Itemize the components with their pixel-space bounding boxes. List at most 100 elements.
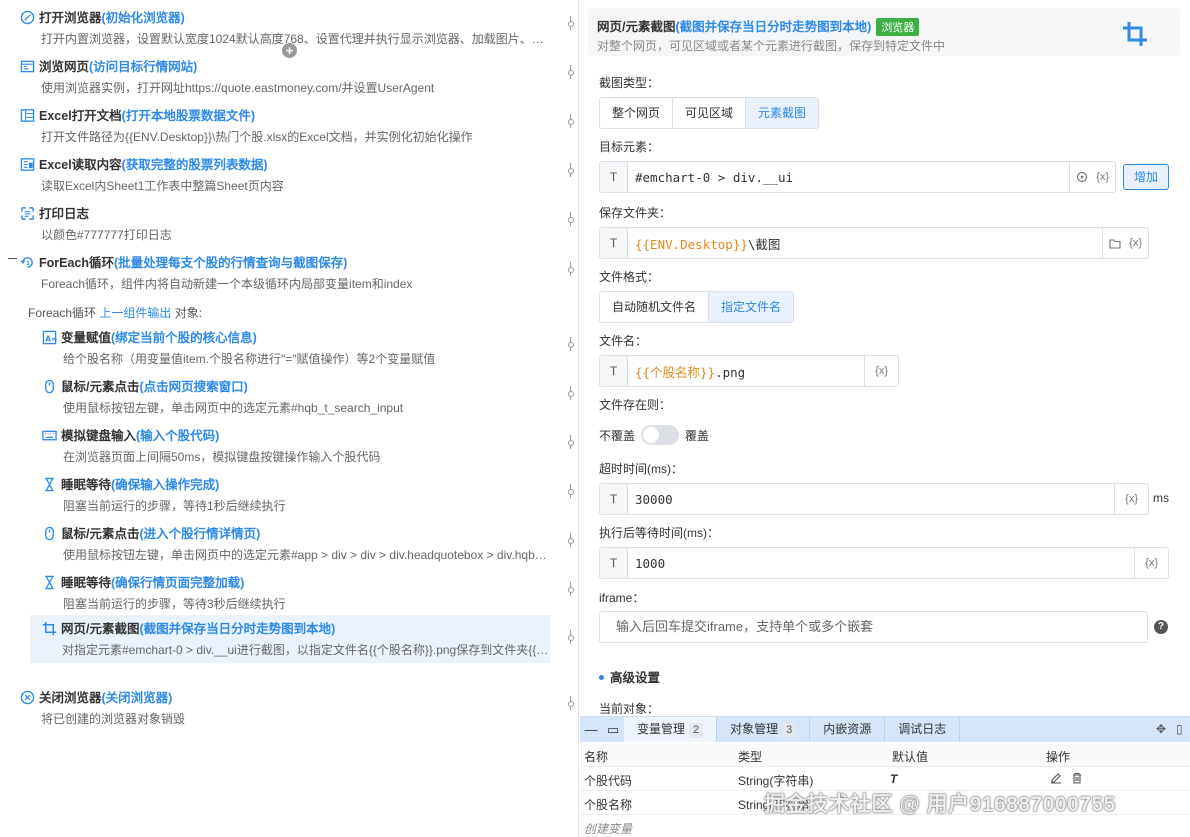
- text-type-toggle[interactable]: T: [600, 162, 628, 192]
- step-print-log[interactable]: 打印日志 以颜色#777777打印日志: [20, 200, 550, 246]
- shot-type-label: 截图类型：: [599, 76, 660, 90]
- delete-icon[interactable]: [1071, 772, 1083, 784]
- variable-insert-icon[interactable]: {x}: [1096, 171, 1109, 183]
- text-type-toggle[interactable]: T: [600, 484, 628, 514]
- save-folder-field[interactable]: T {{ENV.Desktop}}\截图 {x}: [599, 227, 1149, 259]
- advanced-settings-toggle[interactable]: 高级设置: [599, 667, 660, 686]
- picker-target-icon[interactable]: [1076, 171, 1088, 183]
- add-button[interactable]: 增加: [1123, 164, 1169, 190]
- step-desc: 读取Excel内Sheet1工作表中整篇Sheet页内容: [41, 179, 284, 193]
- step-subtitle: (绑定当前个股的核心信息): [111, 331, 257, 345]
- wait-value[interactable]: 1000: [628, 556, 1134, 571]
- step-browse-page[interactable]: 浏览网页(访问目标行情网站) 使用浏览器实例，打开网址https://quote…: [20, 53, 550, 99]
- save-folder-value[interactable]: {{ENV.Desktop}}\截图: [628, 234, 1102, 253]
- option-visible-area[interactable]: 可见区域: [673, 98, 747, 128]
- tab-label: 内嵌资源: [823, 722, 872, 736]
- collapse-minus-icon[interactable]: [8, 258, 17, 259]
- tab-debug-log[interactable]: 调试日志: [885, 717, 961, 742]
- step-subtitle: (访问目标行情网站): [89, 60, 198, 74]
- target-element-field[interactable]: T #emchart-0 > div.__ui {x}: [599, 161, 1116, 193]
- step-excel-open[interactable]: Excel打开文档(打开本地股票数据文件) 打开文件路径为{{ENV.Deskt…: [20, 102, 550, 148]
- variable-type: String(字符串): [738, 774, 814, 788]
- connector-node-icon[interactable]: [568, 538, 574, 544]
- tab-objects[interactable]: 对象管理 3: [717, 717, 811, 742]
- target-element-value[interactable]: #emchart-0 > div.__ui: [628, 170, 1069, 185]
- connector-node-icon[interactable]: [568, 635, 574, 641]
- text-type-toggle[interactable]: T: [600, 356, 628, 386]
- connector-node-icon[interactable]: [568, 440, 574, 446]
- connector-node-icon[interactable]: [568, 70, 574, 76]
- row-actions: [1050, 772, 1083, 787]
- wait-field[interactable]: T 1000 {x}: [599, 547, 1169, 579]
- minimize-icon[interactable]: —: [580, 722, 602, 737]
- step-foreach[interactable]: 1 ForEach循环(批量处理每支个股的行情查询与截图保存) Foreach循环…: [20, 249, 550, 295]
- option-full-page[interactable]: 整个网页: [600, 98, 674, 128]
- crop-icon: [42, 621, 57, 636]
- column-header: 名称: [584, 750, 609, 764]
- timeout-label: 超时时间(ms)：: [599, 462, 683, 476]
- folder-icon[interactable]: [1109, 238, 1121, 249]
- filename-label: 文件名：: [599, 334, 648, 348]
- create-variable-row[interactable]: 创建变量: [580, 815, 1190, 837]
- create-variable-link[interactable]: 创建变量: [584, 820, 632, 837]
- timeout-field[interactable]: T 30000 {x}: [599, 483, 1149, 515]
- timeout-unit: ms: [1153, 491, 1169, 505]
- connector-node-icon[interactable]: [568, 587, 574, 593]
- connector-node-icon[interactable]: [568, 489, 574, 495]
- filename-value[interactable]: {{个股名称}}.png: [628, 362, 864, 381]
- option-specified-name[interactable]: 指定文件名: [709, 292, 794, 322]
- step-sleep-1[interactable]: 睡眠等待(确保输入操作完成) 阻塞当前运行的步骤，等待1秒后继续执行: [42, 471, 552, 517]
- overwrite-toggle[interactable]: [641, 425, 680, 445]
- iframe-input[interactable]: 输入后回车提交iframe，支持单个或多个嵌套: [599, 611, 1148, 643]
- timeout-value[interactable]: 30000: [628, 492, 1114, 507]
- tab-resources[interactable]: 内嵌资源: [810, 717, 886, 742]
- folder-text: \截图: [747, 236, 781, 252]
- variable-assign-icon: A=: [42, 330, 57, 345]
- variable-insert-icon[interactable]: {x}: [1129, 237, 1142, 249]
- connector-node-icon[interactable]: [568, 342, 574, 348]
- step-assign-var[interactable]: A= 变量赋值(绑定当前个股的核心信息) 给个股名称（用变量值item.个股名称进…: [42, 324, 552, 370]
- format-label: 文件格式：: [599, 270, 660, 284]
- overwrite-label: 覆盖: [685, 428, 710, 443]
- text-type-toggle[interactable]: T: [600, 228, 628, 258]
- restore-icon[interactable]: ▭: [602, 722, 624, 738]
- help-icon[interactable]: ?: [1154, 620, 1168, 634]
- step-click-search[interactable]: 鼠标/元素点击(点击网页搜索窗口) 使用鼠标按钮左键，单击网页中的选定元素#hq…: [42, 373, 552, 419]
- step-desc: 以颜色#777777打印日志: [41, 228, 172, 242]
- connector-node-icon[interactable]: [568, 217, 574, 223]
- text-type-toggle[interactable]: T: [600, 548, 628, 578]
- step-open-browser[interactable]: 打开浏览器(初始化浏览器) 打开内置浏览器，设置默认宽度1024默认高度768、…: [20, 4, 550, 50]
- foreach-suffix: 对象:: [174, 306, 203, 320]
- filename-field[interactable]: T {{个股名称}}.png {x}: [599, 355, 899, 387]
- step-title: 模拟键盘输入: [61, 429, 137, 443]
- connector-node-icon[interactable]: [568, 168, 574, 174]
- mobile-icon[interactable]: ▯: [1176, 722, 1183, 736]
- variable-insert-icon[interactable]: {x}: [875, 365, 888, 377]
- connector-node-icon[interactable]: [568, 119, 574, 125]
- step-keyboard-input[interactable]: 模拟键盘输入(输入个股代码) 在浏览器页面上间隔50ms，模拟键盘按键操作输入个…: [42, 422, 552, 468]
- step-excel-read[interactable]: Excel读取内容(获取完整的股票列表数据) 读取Excel内Sheet1工作表…: [20, 151, 550, 197]
- connector-node-icon[interactable]: [568, 267, 574, 273]
- step-subtitle: (关闭浏览器): [101, 691, 173, 705]
- connector-node-icon[interactable]: [568, 391, 574, 397]
- step-title: 网页/元素截图: [61, 622, 140, 636]
- print-log-icon: [21, 207, 34, 220]
- step-title: 鼠标/元素点击: [61, 380, 140, 394]
- connector-node-icon[interactable]: [568, 21, 574, 27]
- tab-variables[interactable]: 变量管理 2: [624, 717, 718, 742]
- target-label: 目标元素：: [599, 140, 660, 154]
- connector-node-icon[interactable]: [568, 701, 574, 707]
- step-screenshot-selected[interactable]: 网页/元素截图(截图并保存当日分时走势图到本地) 对指定元素#emchart-0…: [30, 615, 550, 663]
- step-sleep-3[interactable]: 睡眠等待(确保行情页面完整加载) 阻塞当前运行的步骤，等待3秒后继续执行: [42, 569, 552, 615]
- pin-icon[interactable]: ✥: [1156, 722, 1166, 736]
- step-click-detail[interactable]: 鼠标/元素点击(进入个股行情详情页) 使用鼠标按钮左键，单击网页中的选定元素#a…: [42, 520, 552, 566]
- foreach-source-link[interactable]: 上一组件输出: [99, 306, 171, 320]
- edit-icon[interactable]: [1050, 772, 1062, 784]
- watermark: 掘金技术社区 @ 用户916887000755: [764, 793, 1116, 816]
- step-title: Excel读取内容: [39, 158, 122, 172]
- option-random-name[interactable]: 自动随机文件名: [600, 292, 710, 322]
- step-close-browser[interactable]: 关闭浏览器(关闭浏览器) 将已创建的浏览器对象销毁: [20, 684, 550, 730]
- variable-insert-icon[interactable]: {x}: [1125, 493, 1138, 505]
- option-element-shot[interactable]: 元素截图: [746, 98, 819, 128]
- variable-insert-icon[interactable]: {x}: [1145, 557, 1158, 569]
